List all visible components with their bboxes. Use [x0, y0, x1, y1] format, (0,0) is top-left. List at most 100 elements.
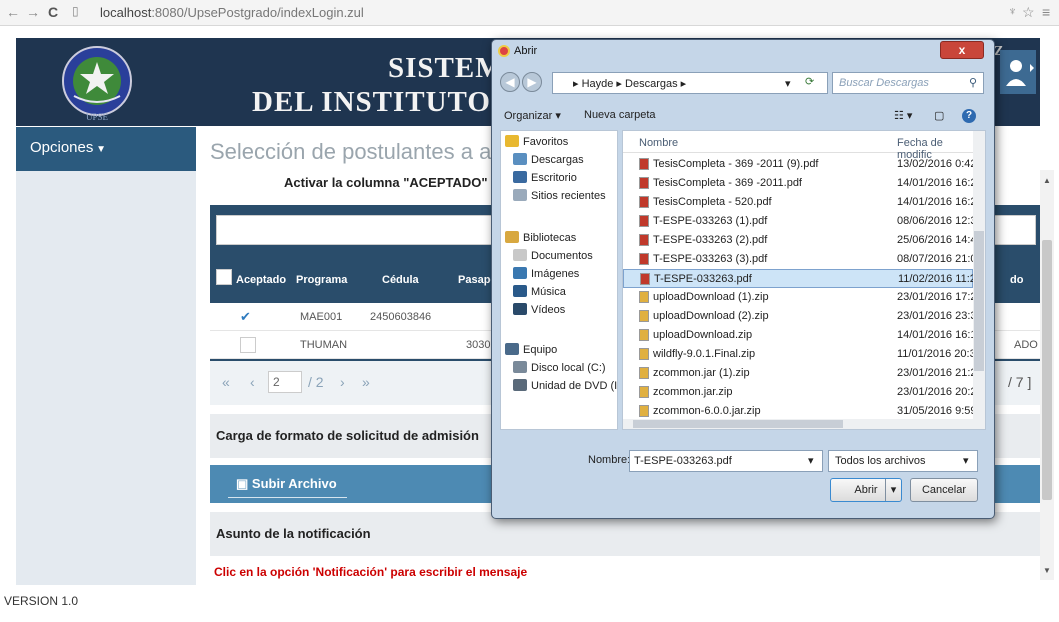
upload-file-button[interactable]: ▣ Subir Archivo [228, 470, 347, 498]
page-scrollbar[interactable]: ▲ ▼ [1040, 170, 1054, 580]
last-page-icon[interactable]: » [362, 374, 370, 390]
images-icon [513, 267, 527, 279]
search-icon[interactable]: ⚲ [969, 76, 977, 89]
tree-item[interactable]: Vídeos [513, 303, 565, 321]
accepted-checkbox[interactable] [240, 337, 256, 353]
filename-input[interactable]: T-ESPE-033263.pdf ▾ [629, 450, 823, 472]
file-scroll-thumb[interactable] [974, 231, 984, 371]
cancel-button[interactable]: Cancelar [910, 478, 978, 502]
select-all-checkbox[interactable] [216, 269, 232, 285]
bookmark-star-icon[interactable]: ☆ [1022, 4, 1035, 21]
tree-item[interactable]: Descargas [513, 153, 584, 171]
back-nav-icon[interactable]: ◀ [500, 72, 520, 92]
music-icon [513, 285, 527, 297]
file-list-scrollbar[interactable] [973, 131, 985, 429]
page-number-input[interactable]: 2 [268, 371, 302, 393]
view-options-icon[interactable]: ☷ ▾ [894, 109, 912, 122]
file-name: uploadDownload (1).zip [653, 291, 769, 303]
user-avatar-icon[interactable] [1000, 50, 1036, 94]
new-folder-button[interactable]: Nueva carpeta [584, 109, 656, 121]
close-button[interactable]: x [940, 41, 984, 59]
file-row[interactable]: T-ESPE-033263 (2).pdf 25/06/2016 14:45 [623, 231, 983, 250]
extension-icon[interactable]: ♆ [1008, 4, 1017, 18]
file-date: 11/02/2016 11:24 [898, 273, 983, 285]
tree-item[interactable]: Escritorio [513, 171, 577, 189]
file-row[interactable]: TesisCompleta - 369 -2011 (9).pdf 13/02/2… [623, 155, 977, 174]
tree-item[interactable]: Imágenes [513, 267, 579, 285]
file-name: zcommon-6.0.0.jar.zip [653, 405, 761, 417]
forward-icon[interactable]: → [26, 4, 40, 20]
menu-icon[interactable]: ≡ [1042, 4, 1050, 20]
file-type-dropdown-icon[interactable]: ▾ [963, 454, 969, 467]
file-row[interactable]: zcommon.jar.zip 23/01/2016 20:24 [623, 383, 983, 402]
file-row[interactable]: TesisCompleta - 369 -2011.pdf 14/01/2016 … [623, 174, 983, 193]
file-date: 23/01/2016 23:38 [897, 310, 983, 322]
search-input[interactable]: Buscar Descargas ⚲ [832, 72, 984, 94]
reload-icon[interactable]: C [48, 4, 58, 20]
documents-icon [513, 249, 527, 261]
file-type-select[interactable]: Todos los archivos ▾ [828, 450, 978, 472]
file-row[interactable]: uploadDownload (2).zip 23/01/2016 23:38 [623, 307, 983, 326]
file-list-hscrollbar[interactable] [623, 419, 973, 429]
col-programa[interactable]: Programa [296, 274, 347, 286]
url-bar[interactable]: localhost:8080/UpsePostgrado/indexLogin.… [100, 5, 364, 20]
pdf-file-icon [639, 253, 649, 265]
path-segment[interactable]: Hayde [582, 78, 614, 90]
tree-item[interactable]: Sitios recientes [513, 189, 606, 207]
help-icon[interactable]: ? [962, 109, 976, 123]
pdf-file-icon [639, 215, 649, 227]
col-cedula[interactable]: Cédula [382, 274, 419, 286]
file-row[interactable]: T-ESPE-033263.pdf 11/02/2016 11:24 [623, 269, 982, 288]
filename-dropdown-icon[interactable]: ▾ [808, 454, 814, 467]
tree-item[interactable]: Bibliotecas [505, 231, 576, 249]
file-name: TesisCompleta - 520.pdf [653, 196, 772, 208]
col-tail[interactable]: do [1010, 274, 1023, 286]
scroll-up-icon[interactable]: ▲ [1043, 176, 1051, 185]
tree-item[interactable]: Disco local (C:) [513, 361, 606, 379]
accepted-checkbox-checked[interactable]: ✔ [240, 309, 256, 325]
refresh-icon[interactable]: ⟳ [805, 75, 814, 88]
url-path: :8080/UpsePostgrado/indexLogin.zul [151, 5, 364, 20]
file-row[interactable]: uploadDownload.zip 14/01/2016 16:17 [623, 326, 983, 345]
file-row[interactable]: T-ESPE-033263 (1).pdf 08/06/2016 12:35 [623, 212, 983, 231]
tree-item[interactable]: Favoritos [505, 135, 568, 153]
tree-item[interactable]: Unidad de DVD (I [513, 379, 617, 397]
file-row[interactable]: zcommon.jar (1).zip 23/01/2016 21:28 [623, 364, 983, 383]
file-row[interactable]: wildfly-9.0.1.Final.zip 11/01/2016 20:37 [623, 345, 982, 364]
first-page-icon[interactable]: « [222, 374, 230, 390]
file-date: 14/01/2016 16:26 [897, 177, 983, 189]
version-label: VERSION 1.0 [4, 594, 79, 608]
col-name[interactable]: Nombre [639, 137, 678, 149]
scroll-thumb[interactable] [1042, 240, 1052, 500]
file-date: 31/05/2016 9:59 [897, 405, 977, 417]
col-aceptado[interactable]: Aceptado [236, 274, 286, 286]
scroll-down-icon[interactable]: ▼ [1043, 566, 1051, 575]
organize-menu[interactable]: Organizar ▾ [504, 109, 561, 122]
open-file-dialog: Abrir x ◀ ▶ ▸ Hayde ▸ Descargas ▸ ▾ ⟳ Bu… [491, 39, 995, 519]
dropdown-icon[interactable]: ▾ [785, 77, 791, 90]
prev-page-icon[interactable]: ‹ [250, 374, 255, 390]
upse-logo: UPSE [62, 46, 132, 122]
preview-pane-icon[interactable]: ▢ [934, 109, 944, 122]
path-segment[interactable]: Descargas [625, 78, 678, 90]
forward-nav-icon[interactable]: ▶ [522, 72, 542, 92]
file-name: TesisCompleta - 369 -2011.pdf [653, 177, 802, 189]
open-dropdown-icon[interactable]: ▾ [885, 479, 901, 501]
pdf-file-icon [639, 196, 649, 208]
hscroll-thumb[interactable] [633, 420, 843, 428]
back-icon[interactable]: ← [6, 4, 20, 20]
options-menu[interactable]: Opciones ▼ [16, 127, 196, 171]
chrome-icon [498, 45, 510, 57]
tree-item[interactable]: Equipo [505, 343, 557, 361]
video-icon [513, 303, 527, 315]
file-row[interactable]: uploadDownload (1).zip 23/01/2016 17:24 [623, 288, 983, 307]
tree-item-label: Escritorio [531, 172, 577, 184]
folder-icon [513, 153, 527, 165]
address-bar[interactable]: ▸ Hayde ▸ Descargas ▸ ▾ ⟳ [552, 72, 828, 94]
file-row[interactable]: T-ESPE-033263 (3).pdf 08/07/2016 21:01 [623, 250, 983, 269]
open-button[interactable]: Abrir ▾ [830, 478, 902, 502]
file-row[interactable]: TesisCompleta - 520.pdf 14/01/2016 16:28 [623, 193, 983, 212]
tree-item[interactable]: Música [513, 285, 566, 303]
next-page-icon[interactable]: › [340, 374, 345, 390]
tree-item[interactable]: Documentos [513, 249, 593, 267]
